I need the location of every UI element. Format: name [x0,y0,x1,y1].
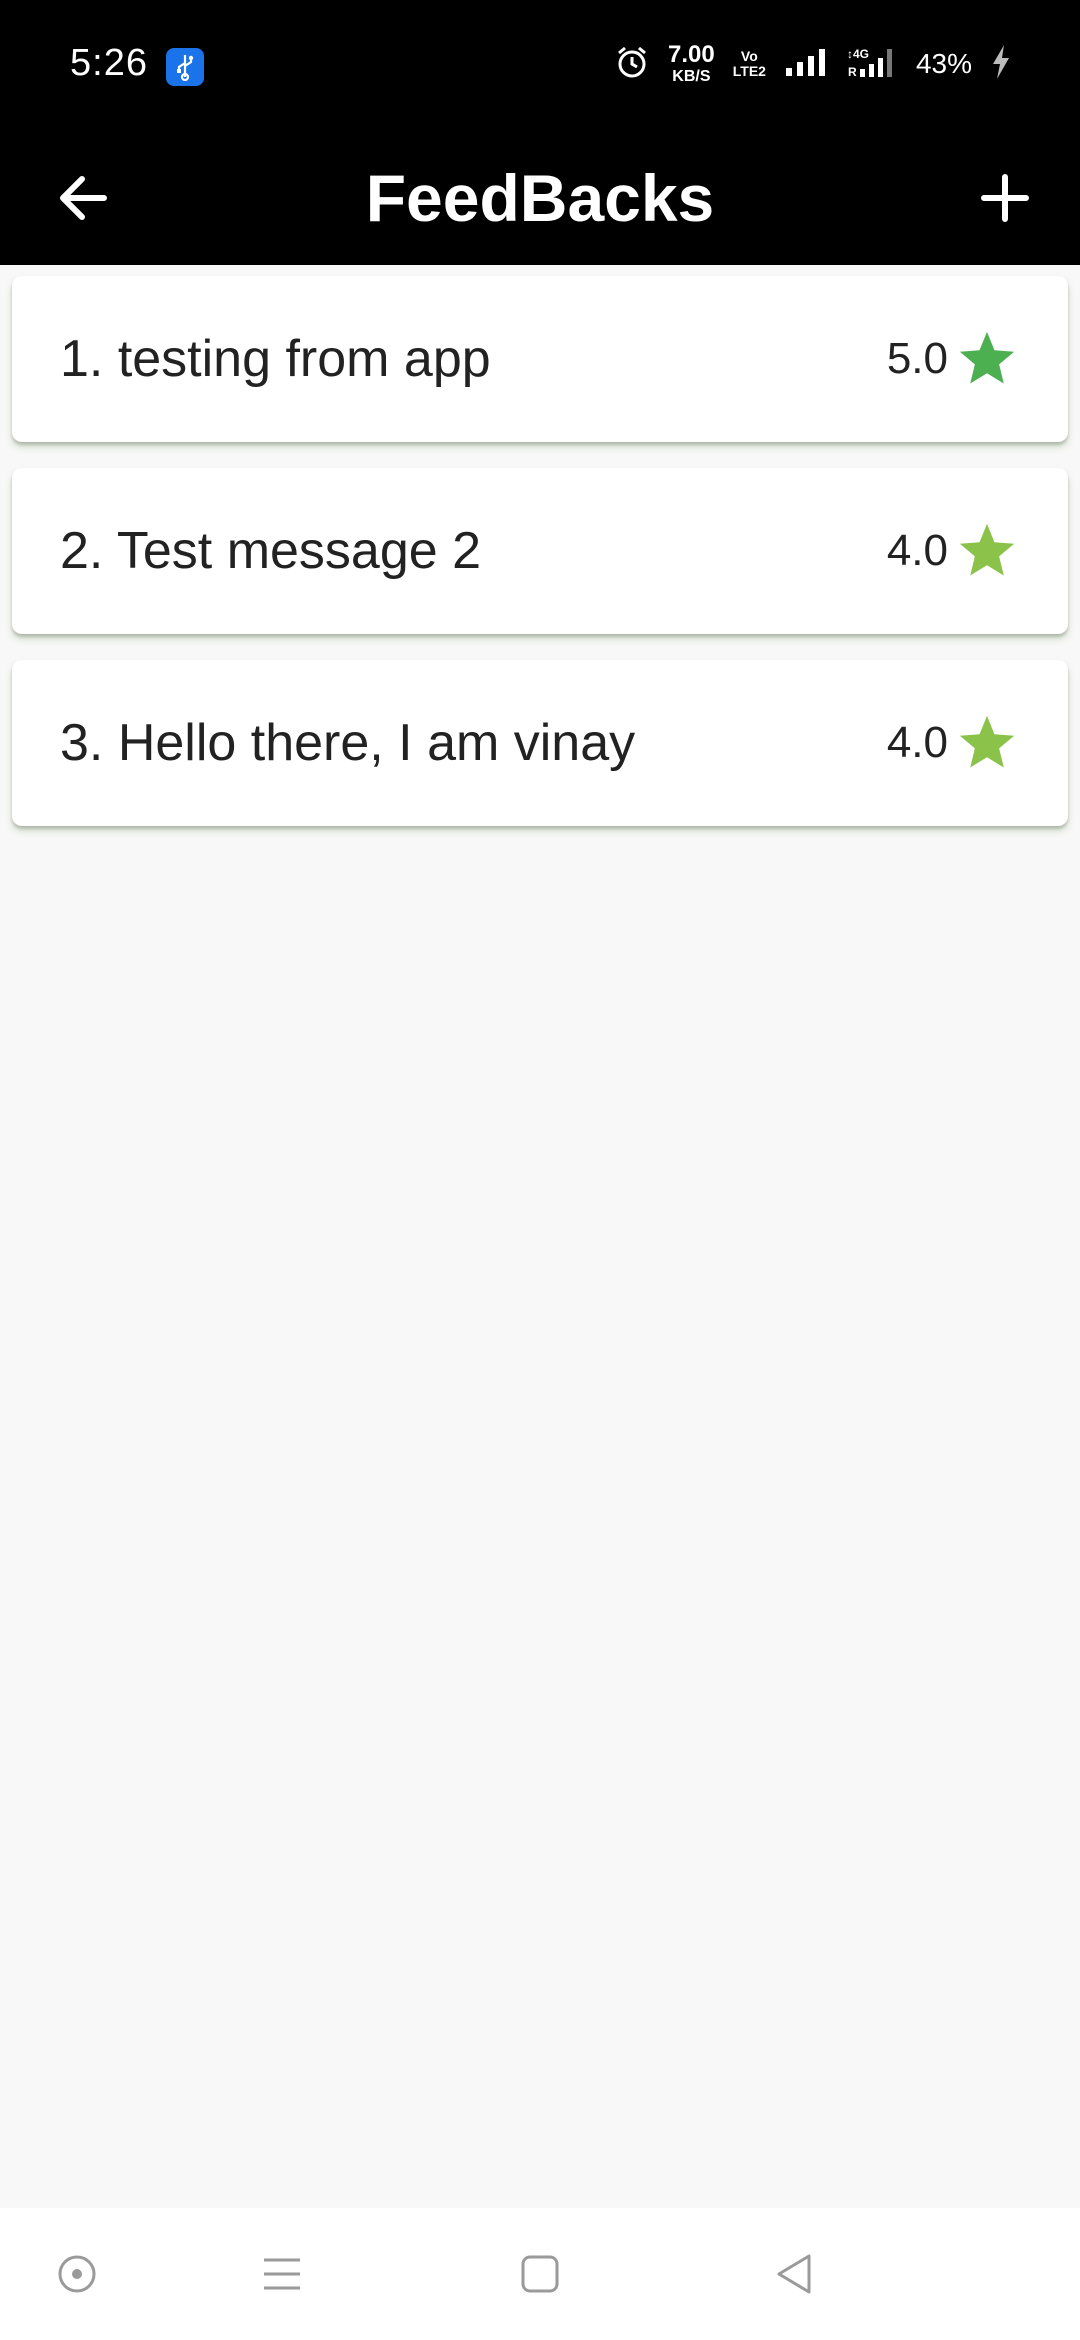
status-time: 5:26 [70,42,148,84]
feedback-text: 1. testing from app [60,330,491,388]
feedback-text: 2. Test message 2 [60,522,482,580]
feedback-card[interactable]: 3. Hello there, I am vinay 4.0 [12,660,1068,826]
feedback-card[interactable]: 2. Test message 2 4.0 [12,468,1068,634]
charging-icon [990,44,1012,85]
signal-4g-icon: ↕4G R [846,45,898,84]
feedback-card[interactable]: 1. testing from app 5.0 [12,276,1068,442]
svg-text:R: R [848,65,857,79]
feedback-rating: 4.0 [886,718,948,767]
menu-button[interactable] [252,2244,312,2304]
feedback-rating: 5.0 [886,334,948,383]
net-speed-value: 7.00 [668,41,715,68]
assistant-icon [58,2255,96,2293]
net-speed: 7.00 KB/S [668,43,715,85]
plus-icon [981,174,1029,222]
signal-icon [784,47,828,82]
system-nav-bar [0,2208,1080,2340]
home-button[interactable] [510,2244,570,2304]
feedback-text: 3. Hello there, I am vinay [60,714,636,772]
volte-indicator: Vo LTE2 [733,49,766,78]
back-button[interactable] [48,163,118,233]
home-icon [521,2255,559,2293]
net-speed-unit: KB/S [672,68,711,85]
menu-icon [264,2258,300,2290]
star-icon [959,523,1015,576]
nav-back-button[interactable] [765,2244,825,2304]
volte-top: Vo [740,48,758,65]
volte-bottom: LTE2 [732,63,766,79]
feedback-list: 1. testing from app 5.0 2. Test message … [12,276,1068,852]
feedback-rating: 4.0 [886,526,948,575]
arrow-left-icon [60,176,107,220]
svg-text:↕4G: ↕4G [847,47,869,61]
star-icon [959,331,1015,384]
add-feedback-button[interactable] [970,163,1040,233]
app-bar: FeedBacks [0,130,1080,265]
page-title: FeedBacks [365,160,715,235]
assistant-button[interactable] [47,2244,107,2304]
status-bar: 5:26 7.00 KB/S Vo LTE2 ↕4G R 43% [0,0,1080,130]
battery-percentage: 43% [915,48,972,79]
star-icon [959,715,1015,768]
back-icon [777,2254,811,2294]
usb-icon [166,48,204,86]
status-icons: 7.00 KB/S Vo LTE2 ↕4G R 43% [614,40,1012,88]
alarm-icon [614,44,650,85]
